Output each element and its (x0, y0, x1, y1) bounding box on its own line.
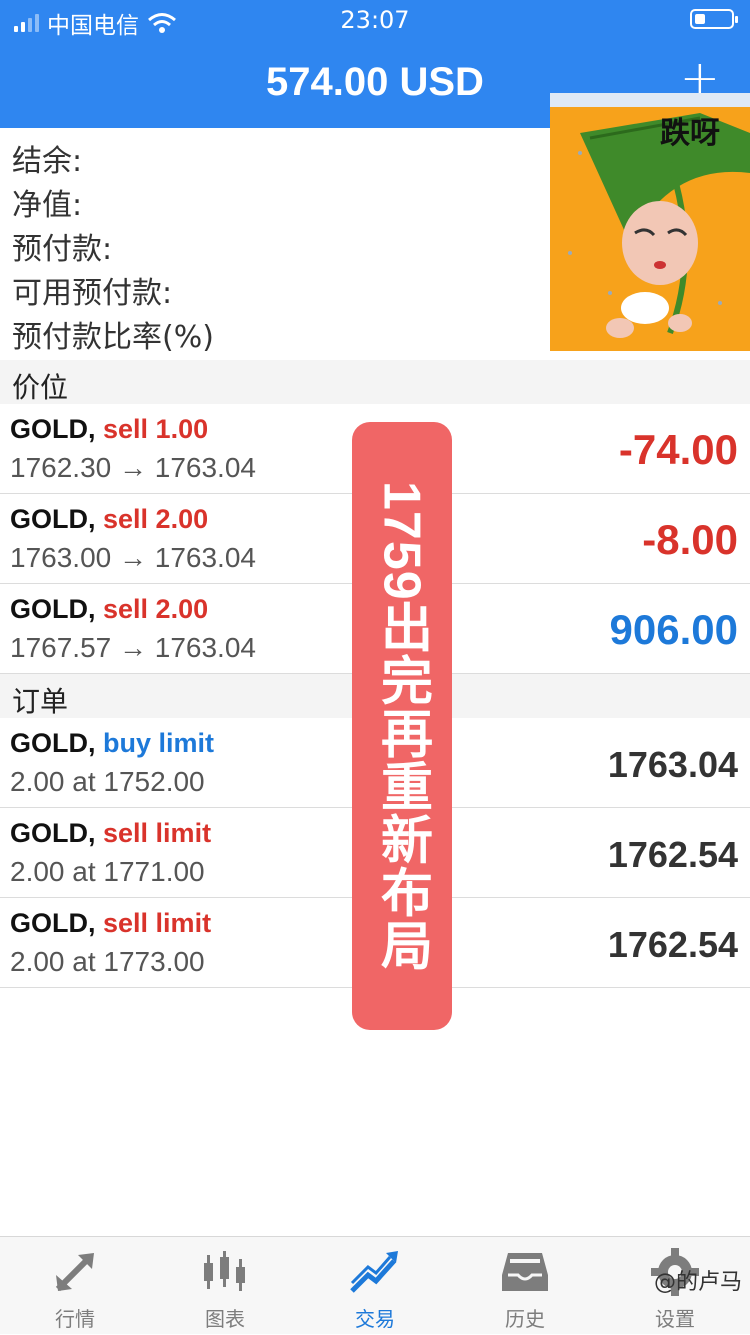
tab-settings-label: 设置 (655, 1307, 695, 1331)
history-tray-icon (502, 1253, 548, 1291)
position-symbol: GOLD, (10, 594, 96, 624)
order-type: sell limit (103, 908, 212, 938)
tab-trade-label: 交易 (355, 1307, 395, 1331)
trade-trend-icon (350, 1251, 398, 1293)
position-prices: 1763.00 → 1763.04 (10, 542, 256, 573)
position-side: sell 2.00 (103, 594, 209, 624)
tab-history-label: 历史 (505, 1307, 545, 1331)
sticker-image: 跌呀 (550, 93, 750, 351)
order-detail: 2.00 at 1752.00 (10, 766, 205, 797)
annotation-text: 1759出完再重新布局 (372, 480, 431, 972)
tab-quotes[interactable]: 行情 (0, 1237, 150, 1335)
orders-header-label: 订单 (12, 685, 69, 718)
candlestick-chart-icon (204, 1251, 245, 1291)
margin-label: 预付款: (12, 232, 113, 267)
order-symbol: GOLD, (10, 728, 96, 758)
equity-label: 净值: (12, 188, 83, 223)
tab-history[interactable]: 历史 (450, 1237, 600, 1335)
position-profit: 906.00 (609, 606, 738, 653)
tab-bar: 行情 图表 交易 历史 设置 (0, 1236, 750, 1334)
tab-charts[interactable]: 图表 (150, 1237, 300, 1335)
position-side: sell 2.00 (103, 504, 209, 534)
status-time: 23:07 (340, 6, 410, 34)
position-profit: -74.00 (618, 426, 738, 473)
tab-charts-label: 图表 (205, 1307, 245, 1331)
positions-header: 价位 (0, 360, 750, 404)
margin-level-label: 预付款比率(%) (12, 320, 214, 355)
order-price: 1763.04 (607, 744, 738, 785)
tab-trade[interactable]: 交易 (300, 1237, 450, 1335)
order-symbol: GOLD, (10, 818, 96, 848)
status-bar: 中国电信 23:07 (0, 0, 750, 40)
battery-icon (690, 9, 738, 29)
positions-header-label: 价位 (12, 371, 69, 404)
position-profit: -8.00 (642, 516, 738, 563)
free-margin-label: 可用预付款: (12, 276, 173, 311)
tab-quotes-label: 行情 (55, 1307, 95, 1331)
order-price: 1762.54 (607, 834, 738, 875)
balance-label: 结余: (12, 144, 83, 179)
position-side: sell 1.00 (103, 414, 209, 444)
position-symbol: GOLD, (10, 414, 96, 444)
order-price: 1762.54 (607, 924, 738, 965)
position-symbol: GOLD, (10, 504, 96, 534)
order-type: sell limit (103, 818, 212, 848)
order-detail: 2.00 at 1773.00 (10, 946, 205, 977)
watermark: @的卢马 (653, 1270, 742, 1295)
annotation-banner: 1759出完再重新布局 (352, 422, 452, 1030)
position-prices: 1762.30 → 1763.04 (10, 452, 256, 483)
order-detail: 2.00 at 1771.00 (10, 856, 205, 887)
quotes-arrows-icon (55, 1253, 94, 1292)
order-type: buy limit (103, 728, 215, 758)
sticker-text: 跌呀 (660, 116, 720, 151)
order-symbol: GOLD, (10, 908, 96, 938)
position-prices: 1767.57 → 1763.04 (10, 632, 256, 663)
